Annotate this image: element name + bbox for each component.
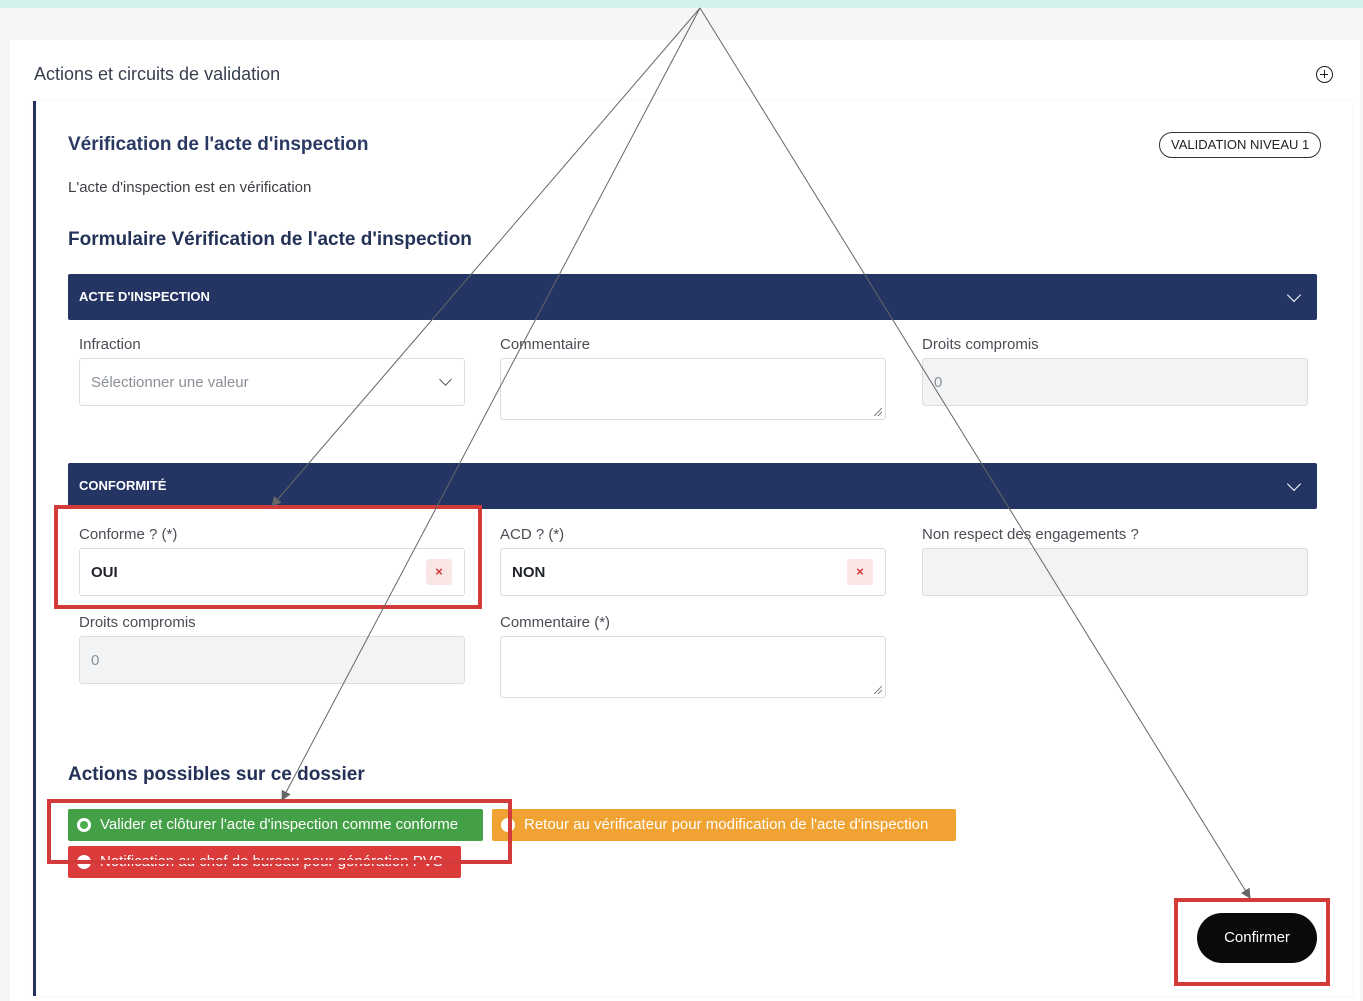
conforme-value: OUI <box>91 564 118 581</box>
action-option-label: Retour au vérificateur pour modification… <box>524 816 929 833</box>
infraction-placeholder: Sélectionner une valeur <box>91 374 249 391</box>
radio-selected-icon <box>77 818 91 832</box>
radio-icon <box>501 818 515 832</box>
chevron-down-icon <box>1286 476 1302 492</box>
non-respect-field <box>922 548 1308 596</box>
clear-icon[interactable]: × <box>426 559 452 585</box>
form-title: Formulaire Vérification de l'acte d'insp… <box>68 229 472 250</box>
acd-select[interactable]: NON × <box>500 548 886 596</box>
conforme-label: Conforme ? (*) <box>79 526 178 543</box>
resize-handle-icon[interactable] <box>874 686 882 694</box>
commentaire-label: Commentaire <box>500 336 591 353</box>
commentaire-textarea[interactable] <box>500 358 886 420</box>
chevron-down-icon <box>439 373 452 386</box>
card-title: Vérification de l'acte d'inspection <box>68 134 369 155</box>
accordion-acte-inspection[interactable]: ACTE D'INSPECTION <box>68 274 1317 320</box>
conforme-select[interactable]: OUI × <box>79 548 465 596</box>
commentaire-required-label: Commentaire (*) <box>500 614 611 631</box>
resize-handle-icon[interactable] <box>874 408 882 416</box>
droits-compromis-label: Droits compromis <box>922 336 1039 353</box>
action-option-valider[interactable]: Valider et clôturer l'acte d'inspection … <box>68 809 483 841</box>
droits-compromis-value: 0 <box>934 374 943 391</box>
action-option-retour[interactable]: Retour au vérificateur pour modification… <box>492 809 956 841</box>
accordion-label: ACTE D'INSPECTION <box>79 289 210 304</box>
plus-circle-icon[interactable] <box>1316 66 1333 83</box>
accordion-label: CONFORMITÉ <box>79 478 167 493</box>
actions-title: Actions possibles sur ce dossier <box>68 764 365 785</box>
non-respect-label: Non respect des engagements ? <box>922 526 1139 543</box>
confirm-button[interactable]: Confirmer <box>1197 913 1317 963</box>
droits-compromis-field: 0 <box>79 636 465 684</box>
section-title: Actions et circuits de validation <box>34 64 281 84</box>
commentaire-required-textarea[interactable] <box>500 636 886 698</box>
status-text: L'acte d'inspection est en vérification <box>68 179 312 196</box>
action-option-label: Notification au chef de bureau pour géné… <box>100 853 443 870</box>
infraction-select[interactable]: Sélectionner une valeur <box>79 358 465 406</box>
droits-compromis-value: 0 <box>91 652 100 669</box>
chevron-down-icon <box>1286 287 1302 303</box>
accordion-conformite[interactable]: CONFORMITÉ <box>68 463 1317 509</box>
droits-compromis-label: Droits compromis <box>79 614 196 631</box>
action-option-notification[interactable]: Notification au chef de bureau pour géné… <box>68 846 461 878</box>
clear-icon[interactable]: × <box>847 559 873 585</box>
radio-icon <box>77 855 91 869</box>
droits-compromis-field: 0 <box>922 358 1308 406</box>
validation-level-badge: VALIDATION NIVEAU 1 <box>1159 132 1322 158</box>
infraction-label: Infraction <box>79 336 141 353</box>
action-option-label: Valider et clôturer l'acte d'inspection … <box>100 816 459 833</box>
acd-label: ACD ? (*) <box>500 526 565 543</box>
top-banner <box>0 0 1363 8</box>
acd-value: NON <box>512 564 546 581</box>
